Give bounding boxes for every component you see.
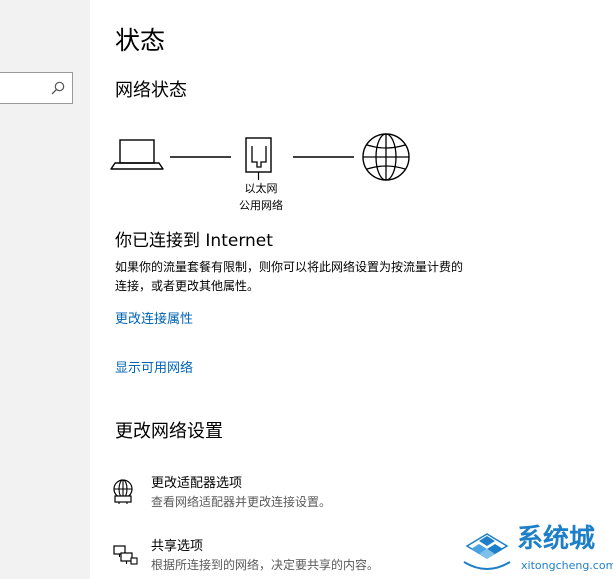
watermark-brand: 系统城	[517, 524, 596, 554]
search-input[interactable]	[0, 72, 73, 104]
network-adapter-icon	[113, 479, 133, 504]
watermark-logo-icon	[463, 533, 511, 570]
setting-description: 查看网络适配器并更改连接设置。	[151, 495, 332, 509]
metered-connection-text: 如果你的流量套餐有限制，则你可以将此网络设置为按流量计费的 连接，或者更改其他属…	[115, 258, 535, 296]
network-profile: 公用网络	[239, 199, 283, 212]
ethernet-icon	[245, 137, 272, 180]
change-adapter-options-item[interactable]: 更改适配器选项 查看网络适配器并更改连接设置。	[110, 474, 530, 518]
watermark: 系统城 xitongcheng.com	[455, 520, 613, 579]
change-connection-properties-link[interactable]: 更改连接属性	[115, 311, 193, 329]
change-network-settings-heading: 更改网络设置	[115, 421, 223, 442]
show-available-networks-link[interactable]: 显示可用网络	[115, 360, 193, 378]
watermark-site: xitongcheng.com	[521, 559, 613, 572]
setting-title: 更改适配器选项	[151, 476, 243, 491]
settings-window: 状态 网络状态 以太网 公用网络 你已连接到 Internet 如果你的流量套餐…	[0, 0, 613, 579]
main-content: 状态 网络状态 以太网 公用网络 你已连接到 Internet 如果你的流量套餐…	[90, 0, 613, 579]
network-diagram-graphic	[110, 133, 410, 181]
network-status-heading: 网络状态	[115, 80, 187, 101]
setting-title: 共享选项	[151, 539, 204, 554]
network-diagram: 以太网 公用网络	[90, 125, 420, 220]
metered-text-line: 如果你的流量套餐有限制，则你可以将此网络设置为按流量计费的	[115, 260, 464, 274]
setting-description: 根据所连接到的网络，决定要共享的内容。	[151, 558, 380, 572]
adapter-name: 以太网	[244, 182, 278, 195]
navigation-pane	[0, 0, 90, 579]
internet-globe-icon	[362, 133, 410, 181]
connection-status: 你已连接到 Internet	[115, 231, 273, 251]
computer-icon	[110, 139, 164, 170]
sharing-options-icon	[113, 545, 138, 565]
metered-text-line: 连接，或者更改其他属性。	[115, 279, 260, 293]
page-title: 状态	[115, 26, 166, 55]
search-icon[interactable]	[51, 81, 65, 95]
